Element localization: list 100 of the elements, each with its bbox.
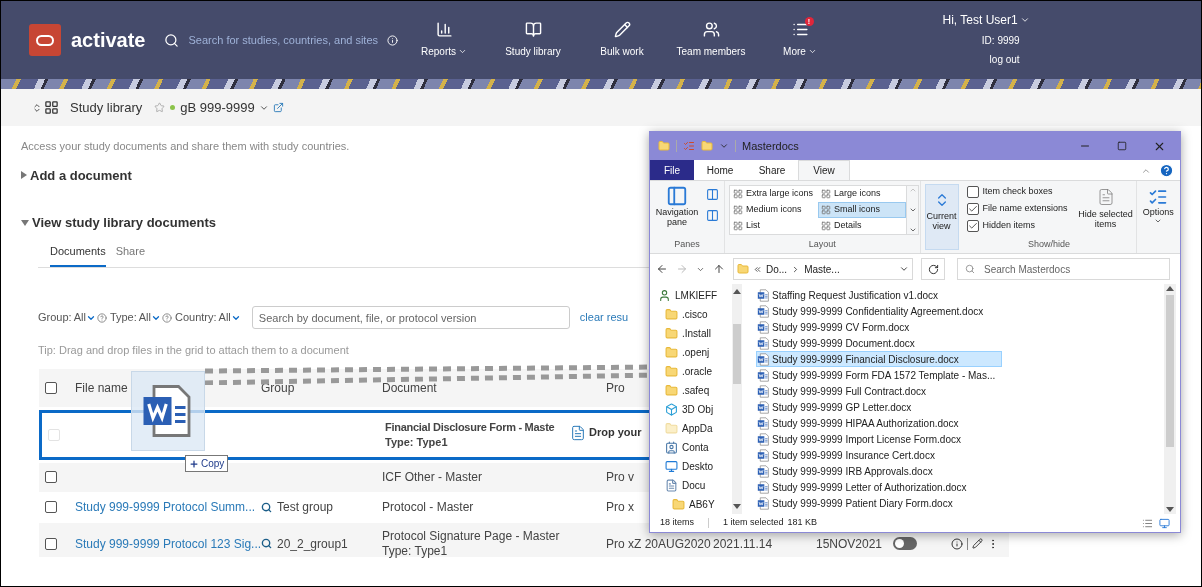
file-item[interactable]: Study 999-9999 Insurance Cert.docx bbox=[756, 447, 1002, 463]
preview-pane-icon[interactable] bbox=[706, 188, 719, 201]
nav-item[interactable]: Reports bbox=[399, 21, 489, 59]
nav-pane-item[interactable]: .oracle bbox=[682, 364, 712, 379]
nav-pane-item[interactable]: AB6Y bbox=[689, 497, 715, 512]
tab[interactable]: Documents bbox=[50, 242, 106, 267]
checkbox[interactable] bbox=[45, 471, 57, 483]
file-item[interactable]: Study 999-9999 Patient Diary Form.docx bbox=[756, 495, 1002, 511]
address-bar[interactable]: Do... Maste... bbox=[733, 258, 913, 280]
path-segment[interactable]: Maste... bbox=[804, 261, 840, 277]
chevron-down-icon bbox=[899, 264, 909, 274]
checkbox[interactable] bbox=[45, 381, 57, 394]
user-menu[interactable]: Hi, Test User1 bbox=[942, 11, 1030, 29]
layout-option[interactable]: List bbox=[730, 218, 819, 234]
nav-pane-item[interactable]: .Install bbox=[682, 326, 711, 341]
document-search-field[interactable]: Search by document, file, or protocol version bbox=[251, 306, 570, 329]
file-item[interactable]: Study 999-9999 Form FDA 1572 Template - Mas... bbox=[756, 367, 1002, 383]
ribbon-tab[interactable]: File bbox=[650, 160, 694, 180]
info-icon[interactable] bbox=[951, 537, 963, 550]
layout-option[interactable]: Details bbox=[818, 218, 907, 234]
file-item[interactable]: Study 999-9999 Document.docx bbox=[756, 335, 1002, 351]
layout-option[interactable]: Large icons bbox=[818, 186, 907, 202]
book-icon bbox=[524, 21, 542, 38]
filter-label: Group: bbox=[38, 310, 72, 326]
up-icon[interactable] bbox=[713, 263, 725, 275]
nav-pane-item[interactable]: AppDa bbox=[682, 421, 713, 436]
ribbon-tab[interactable]: View bbox=[798, 160, 850, 180]
sort-icon[interactable] bbox=[32, 101, 42, 114]
external-link-icon[interactable] bbox=[272, 102, 284, 113]
checkbox[interactable] bbox=[45, 537, 57, 550]
file-item[interactable]: Study 999-9999 CV Form.docx bbox=[756, 319, 1002, 335]
nav-item[interactable]: Team members bbox=[666, 21, 756, 59]
new-folder-icon[interactable] bbox=[701, 140, 713, 152]
refresh-icon bbox=[927, 263, 939, 275]
file-item[interactable]: Study 999-9999 Full Contract.docx bbox=[756, 383, 1002, 399]
favorite-star-icon[interactable] bbox=[154, 102, 166, 113]
refresh-button[interactable] bbox=[921, 258, 945, 280]
checkbox[interactable] bbox=[966, 186, 979, 198]
expand-icon[interactable] bbox=[908, 226, 917, 234]
tab[interactable]: Share bbox=[115, 242, 145, 267]
checkbox[interactable] bbox=[45, 501, 57, 513]
nav-pane-item[interactable]: Deskto bbox=[682, 459, 714, 474]
document-type: Type: Type1 bbox=[382, 543, 448, 559]
ribbon-tab[interactable]: Share bbox=[746, 160, 798, 180]
file-item[interactable]: Study 999-9999 Letter of Authorization.docx bbox=[756, 479, 1002, 495]
file-item[interactable]: Study 999-9999 GP Letter.docx bbox=[756, 399, 1002, 415]
layout-option[interactable]: Medium icons bbox=[730, 202, 819, 218]
file-item[interactable]: Study 999-9999 Confidentiality Agreement.docx bbox=[756, 303, 1002, 319]
search-field[interactable]: Search Masterdocs bbox=[957, 258, 1170, 280]
details-view-icon[interactable] bbox=[1142, 517, 1153, 529]
toggle-switch[interactable] bbox=[893, 537, 917, 550]
info-icon bbox=[386, 34, 398, 46]
section-toggle[interactable]: View study library documents bbox=[21, 213, 216, 233]
search-field[interactable]: Search for studies, countries, and sites bbox=[188, 31, 385, 49]
file-item[interactable]: Study 999-9999 IRB Approvals.docx bbox=[756, 463, 1002, 479]
large-icons-view-icon[interactable] bbox=[1159, 517, 1170, 529]
nav-pane-item[interactable]: .safeq bbox=[682, 383, 710, 398]
nav-pane-item[interactable]: 3D Obj bbox=[682, 402, 714, 417]
logout-link[interactable]: log out bbox=[989, 52, 1020, 67]
options-button[interactable]: Options bbox=[1136, 181, 1180, 253]
ribbon-tab[interactable]: Home bbox=[694, 160, 746, 180]
study-selector[interactable]: gB 999-9999 bbox=[180, 97, 269, 118]
file-item[interactable]: Study 999-9999 Import License Form.docx bbox=[756, 431, 1002, 447]
navigation-pane-button[interactable]: Navigation pane bbox=[654, 185, 700, 227]
grid-icon bbox=[733, 189, 744, 199]
file-item[interactable]: Staffing Request Justification v1.docx bbox=[756, 287, 1002, 303]
hide-selected-items-button[interactable]: Hide selected items bbox=[1075, 185, 1136, 238]
file-link[interactable]: Study 999-9999 Protocol 123 Sig... bbox=[75, 536, 262, 551]
item-count: 18 items bbox=[660, 516, 694, 530]
edit-icon[interactable] bbox=[972, 538, 983, 549]
section-toggle[interactable]: Add a document bbox=[21, 165, 132, 185]
filter-dropdown[interactable]: All bbox=[138, 309, 161, 326]
clear-results-link[interactable]: clear resu bbox=[579, 309, 629, 326]
back-icon[interactable] bbox=[656, 263, 668, 275]
file-item[interactable]: Study 999-9999 HIPAA Authorization.docx bbox=[756, 415, 1002, 431]
nav-pane-item[interactable]: Docu bbox=[682, 478, 706, 493]
folder-icon bbox=[665, 327, 678, 340]
nav-pane-item[interactable]: LMKIEFF bbox=[675, 288, 718, 303]
nav-item[interactable]: Bulk work bbox=[577, 21, 667, 59]
filter-dropdown[interactable]: All bbox=[73, 309, 96, 326]
current-view-button[interactable]: Current view bbox=[924, 184, 959, 250]
checkbox[interactable] bbox=[966, 220, 979, 232]
details-pane-icon[interactable] bbox=[706, 209, 719, 222]
path-segment[interactable]: Do... bbox=[766, 261, 788, 277]
maximize-icon[interactable] bbox=[1117, 141, 1127, 151]
filter-dropdown[interactable]: All bbox=[218, 309, 241, 326]
checkbox[interactable] bbox=[966, 203, 979, 215]
scroll-down-icon[interactable] bbox=[908, 206, 917, 214]
nav-pane-item[interactable]: .openj bbox=[682, 345, 710, 360]
file-link[interactable]: Study 999-9999 Protocol Summ... bbox=[75, 500, 256, 514]
grid-icon[interactable] bbox=[44, 100, 59, 115]
file-item[interactable]: Study 999-9999 Financial Disclosure.docx bbox=[756, 351, 1002, 367]
checkbox-label: Item check boxes bbox=[982, 185, 1053, 199]
layout-option[interactable]: Small icons bbox=[818, 202, 907, 218]
layout-option[interactable]: Extra large icons bbox=[730, 186, 819, 202]
word-document-icon bbox=[757, 368, 770, 382]
nav-pane-item[interactable]: Conta bbox=[682, 440, 709, 455]
nav-pane-item[interactable]: .cisco bbox=[682, 307, 708, 322]
customize-icon[interactable] bbox=[719, 141, 729, 151]
nav-item[interactable]: Study library bbox=[488, 21, 578, 59]
